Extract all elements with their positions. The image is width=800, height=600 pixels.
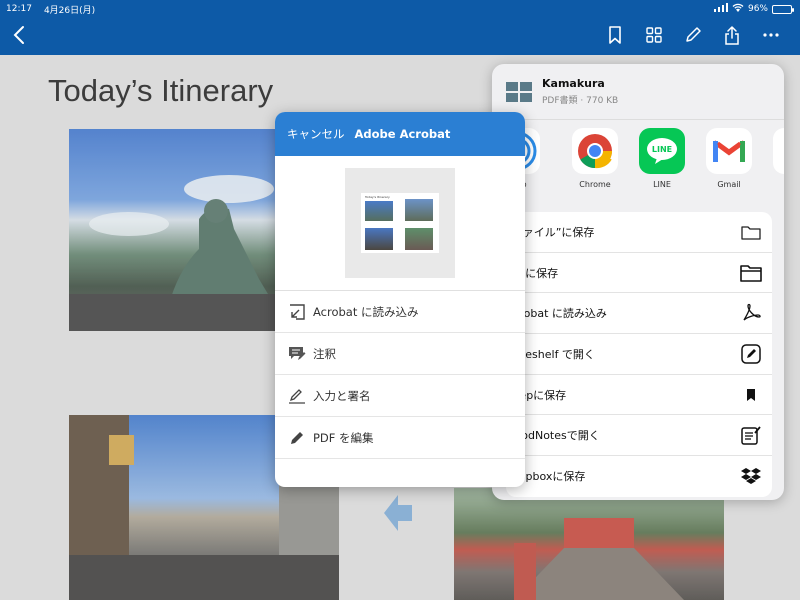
popup-title: Adobe Acrobat xyxy=(354,127,451,141)
action-save-files[interactable]: ”ファイル”に保存 xyxy=(506,212,772,253)
action-keep-save[interactable]: Keepに保存 xyxy=(506,375,772,416)
pen-icon[interactable] xyxy=(673,24,712,46)
status-time: 12:17 xyxy=(6,4,32,14)
action-label: Acrobat に読み込み xyxy=(506,307,607,321)
menu-label: 注釈 xyxy=(313,346,336,361)
preview-frame: Today's Itinerary xyxy=(345,168,455,278)
back-chevron-left-icon[interactable] xyxy=(12,25,28,45)
preview-page-title: Today's Itinerary xyxy=(365,195,390,199)
action-goodnotes-open[interactable]: GoodNotesで開く xyxy=(506,415,772,457)
action-noteshelf-open[interactable]: Noteshelf で開く xyxy=(506,334,772,375)
preview-page: Today's Itinerary xyxy=(361,193,439,253)
app-other[interactable]: Or xyxy=(765,128,784,189)
app-chrome[interactable]: Chrome xyxy=(564,128,626,189)
gmail-icon xyxy=(706,128,752,174)
action-acrobat-import[interactable]: Acrobat に読み込み xyxy=(506,293,772,335)
share-icon[interactable] xyxy=(712,24,751,46)
bookmark-icon[interactable] xyxy=(595,24,634,46)
action-label: Noteshelf で開く xyxy=(506,347,595,361)
share-action-list: ”ファイル”に保存 OS に保存 Acrobat に読み込み Noteshelf… xyxy=(506,212,772,497)
battery-icon xyxy=(772,4,794,14)
menu-label: PDF を編集 xyxy=(313,430,374,445)
action-label: ”ファイル”に保存 xyxy=(506,225,595,239)
import-icon xyxy=(287,302,307,322)
more-icon[interactable] xyxy=(751,24,790,46)
menu-edit-pdf[interactable]: PDF を編集 xyxy=(275,417,525,459)
folder-filled-icon xyxy=(740,262,762,284)
file-meta: PDF書類 · 770 KB xyxy=(542,96,619,106)
action-label: OS に保存 xyxy=(506,266,559,280)
noteshelf-icon xyxy=(740,343,762,365)
dropbox-icon xyxy=(740,465,762,487)
battery-percent: 96% xyxy=(747,4,768,14)
comment-icon xyxy=(287,344,307,364)
action-label: Dropboxに保存 xyxy=(506,470,586,484)
cancel-button[interactable]: キャンセル xyxy=(287,126,345,142)
share-app-row: Drop Chrome LINE LINE Gmail Or xyxy=(492,126,784,196)
line-icon: LINE xyxy=(639,128,685,174)
toolbar-actions xyxy=(595,24,790,46)
action-label: GoodNotesで開く xyxy=(506,429,600,443)
app-line[interactable]: LINE LINE xyxy=(631,128,693,189)
acrobat-icon xyxy=(740,302,762,324)
top-bar: 12:17 4月26日(月) 96% xyxy=(0,0,800,55)
grid-icon[interactable] xyxy=(634,24,673,46)
action-save-os[interactable]: OS に保存 xyxy=(506,253,772,294)
menu-comment[interactable]: 注釈 xyxy=(275,333,525,375)
document-preview: Today's Itinerary xyxy=(275,156,525,291)
menu-acrobat-import[interactable]: Acrobat に読み込み xyxy=(275,291,525,333)
app-label: Gmail xyxy=(717,180,741,189)
keep-bookmark-icon xyxy=(740,384,762,406)
app-label: Or xyxy=(765,180,784,189)
app-gmail[interactable]: Gmail xyxy=(698,128,760,189)
folder-icon xyxy=(740,221,762,243)
action-dropbox-save[interactable]: Dropboxに保存 xyxy=(506,456,772,497)
svg-text:LINE: LINE xyxy=(652,145,672,154)
chrome-icon xyxy=(572,128,618,174)
goodnotes-icon xyxy=(740,424,762,446)
status-bar: 12:17 4月26日(月) 96% xyxy=(6,2,794,16)
popup-header: キャンセル Adobe Acrobat xyxy=(275,112,525,156)
app-label: Chrome xyxy=(579,180,611,189)
acrobat-share-popup: キャンセル Adobe Acrobat Today's Itinerary Ac… xyxy=(275,112,525,487)
app-label: LINE xyxy=(653,180,671,189)
wifi-icon xyxy=(732,3,744,15)
status-date: 4月26日(月) xyxy=(43,5,96,16)
share-sheet-header: Kamakura PDF書類 · 770 KB xyxy=(492,64,784,120)
signal-icon xyxy=(713,3,728,15)
file-name: Kamakura xyxy=(542,77,605,90)
sign-icon xyxy=(287,386,307,406)
menu-label: 入力と署名 xyxy=(313,388,371,403)
edit-pdf-icon xyxy=(287,428,307,448)
action-label: Keepに保存 xyxy=(506,388,567,402)
menu-label: Acrobat に読み込み xyxy=(313,304,419,319)
file-thumbnail xyxy=(506,81,532,102)
share-sheet: Kamakura PDF書類 · 770 KB Drop Chrome LINE… xyxy=(492,64,784,500)
app-icon xyxy=(773,128,784,174)
menu-fill-sign[interactable]: 入力と署名 xyxy=(275,375,525,417)
